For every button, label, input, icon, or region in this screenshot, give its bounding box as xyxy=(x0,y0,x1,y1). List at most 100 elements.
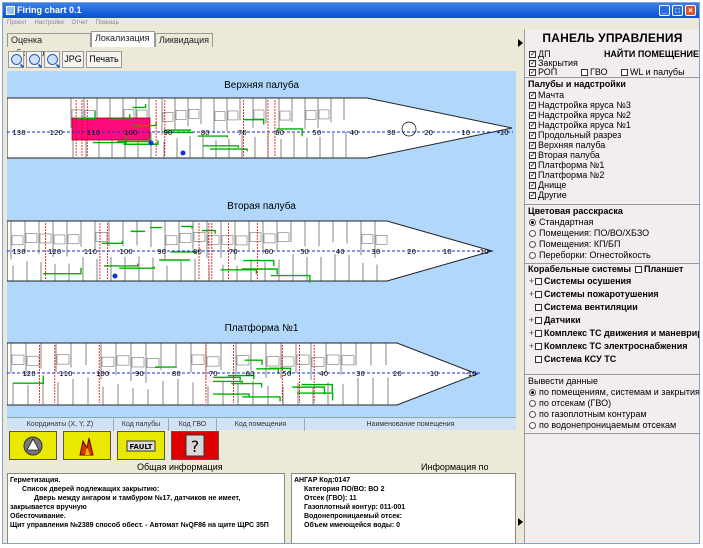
check-wl[interactable]: WL и палубы xyxy=(621,67,685,77)
fire-button[interactable] xyxy=(63,431,111,460)
frame-tick-label: 80 xyxy=(193,248,202,256)
coordinate-bar: Координаты (X, Y, Z) Код палубы Код ГВО … xyxy=(7,417,516,431)
deck-item[interactable]: ✓ Днище xyxy=(529,180,566,190)
deck-code-label: Код палубы xyxy=(114,418,169,431)
systems-section-title: Корабельные системы xyxy=(528,264,632,274)
expand-icon[interactable]: + xyxy=(528,276,535,286)
deck-item[interactable]: ✓ Продольный разрез xyxy=(529,130,621,140)
radio-icon xyxy=(529,241,536,249)
alarm-button[interactable] xyxy=(9,431,57,460)
info-line: АНГАР Код:0147 xyxy=(294,477,351,484)
output-option[interactable]: по газоплотным контурам xyxy=(529,409,647,419)
frame-tick-label: 80 xyxy=(172,370,181,378)
collapse-arrow-icon[interactable] xyxy=(518,39,523,47)
system-item[interactable]: Система КСУ ТС xyxy=(528,354,616,364)
color-option[interactable]: Помещения: ПО/ВО/ХБЗО xyxy=(529,228,649,238)
maximize-icon[interactable]: □ xyxy=(672,5,683,16)
checkbox-icon: ✓ xyxy=(529,192,536,200)
coord-xyz-label: Координаты (X, Y, Z) xyxy=(7,418,114,431)
help-button[interactable]: ? xyxy=(171,431,219,460)
color-option-label: Помещения: ПО/ВО/ХБЗО xyxy=(539,228,650,238)
section-divider xyxy=(525,204,699,205)
menu-item-report[interactable]: Отчет xyxy=(72,20,88,26)
zoom-in-button[interactable] xyxy=(26,51,42,68)
deck-item-label: Верхняя палуба xyxy=(538,140,606,150)
expand-icon[interactable]: + xyxy=(528,289,535,299)
checkbox-icon xyxy=(581,69,588,77)
deck-item-label: Надстройка яруса №1 xyxy=(538,120,631,130)
info-line: закрывается вручную xyxy=(10,504,87,511)
close-icon[interactable]: × xyxy=(685,5,696,16)
menu-item-help[interactable]: Помощь xyxy=(96,20,119,26)
deck-item[interactable]: ✓ Платформа №1 xyxy=(529,160,604,170)
zoom-fit-button[interactable] xyxy=(8,51,24,68)
system-item[interactable]: Система вентиляции xyxy=(528,302,638,312)
info-header: Общая информация Информация по выбран xyxy=(7,461,516,484)
deck-item[interactable]: ✓ Надстройка яруса №3 xyxy=(529,100,631,110)
output-option[interactable]: по водонепроницаемым отсекам xyxy=(529,420,676,430)
color-option[interactable]: Переборки: Огнестойкость xyxy=(529,250,651,260)
check-gvo[interactable]: ГВО xyxy=(581,67,608,77)
ship-plan-canvas[interactable]: Верхняя палуба Вторая палуба Платформа №… xyxy=(7,71,516,417)
frame-tick-label: 100 xyxy=(96,370,109,378)
deck-plans[interactable]: 130 120 110 100 90 80 70 60 50 40 30 20 10 -10130 120 1… xyxy=(7,71,516,417)
app-icon xyxy=(6,6,15,15)
checkbox-icon xyxy=(535,343,542,351)
radio-icon xyxy=(529,219,536,227)
minimize-icon[interactable]: _ xyxy=(659,5,670,16)
checkbox-icon xyxy=(535,330,542,338)
system-item[interactable]: + Комплекс ТС электроснабжения xyxy=(528,341,688,351)
deck-item-label: Платформа №2 xyxy=(538,170,605,180)
check-rop[interactable]: ✓ РОП xyxy=(529,67,557,77)
deck-item[interactable]: ✓ Надстройка яруса №1 xyxy=(529,120,631,130)
frame-tick-label: -10 xyxy=(465,370,476,378)
selected-info-pane: АНГАР Код:0147 Категория ПО/ВО: ВО 2 Отс… xyxy=(291,473,516,543)
deck-item[interactable]: ✓ Надстройка яруса №2 xyxy=(529,110,631,120)
frame-tick-label: 110 xyxy=(87,129,100,137)
tab-liquidation[interactable]: Ликвидация xyxy=(155,33,213,47)
check-planshet[interactable]: Планшет xyxy=(635,264,683,274)
general-info-pane: Герметизация. Список дверей подлежащих з… xyxy=(7,473,285,543)
tab-assessment[interactable]: Оценка обстановки xyxy=(7,33,91,58)
radio-icon xyxy=(529,230,536,238)
collapse-arrow-icon[interactable] xyxy=(518,518,523,526)
frame-tick-label: 50 xyxy=(300,248,309,256)
system-item[interactable]: + Датчики xyxy=(528,315,581,325)
deck-item[interactable]: ✓ Вторая палуба xyxy=(529,150,600,160)
deck-item-label: Надстройка яруса №3 xyxy=(538,100,631,110)
system-item[interactable]: + Комплекс ТС движения и маневрир xyxy=(528,328,699,338)
print-button[interactable]: Печать xyxy=(86,51,122,68)
panel-splitter[interactable] xyxy=(516,29,524,543)
deck-item-label: Платформа №1 xyxy=(538,160,605,170)
color-option[interactable]: Стандартная xyxy=(529,217,594,227)
deck-item[interactable]: ✓ Платформа №2 xyxy=(529,170,604,180)
system-item[interactable]: + Системы осушения xyxy=(528,276,631,286)
system-item[interactable]: + Системы пожаротушения xyxy=(528,289,659,299)
menu-item-project[interactable]: Проект xyxy=(7,20,27,26)
expand-icon[interactable]: + xyxy=(528,341,535,351)
output-option[interactable]: по помещениям, системам и закрытиям xyxy=(529,387,699,397)
expand-icon[interactable]: + xyxy=(528,315,535,325)
deck-item[interactable]: ✓ Другие xyxy=(529,190,567,200)
export-jpg-button[interactable]: JPG xyxy=(62,51,84,68)
checkbox-icon: ✓ xyxy=(529,102,536,110)
fault-button[interactable]: FAULT xyxy=(117,431,165,460)
gvo-code-label: Код ГВО xyxy=(169,418,217,431)
frame-tick-label: 130 xyxy=(12,248,25,256)
system-item-label: Датчики xyxy=(544,315,581,325)
radio-icon xyxy=(529,411,536,419)
color-option[interactable]: Помещения: КП/БП xyxy=(529,239,620,249)
deck-item[interactable]: ✓ Верхняя палуба xyxy=(529,140,605,150)
expand-icon[interactable]: + xyxy=(528,328,535,338)
tab-localization[interactable]: Локализация xyxy=(91,31,155,47)
deck-item[interactable]: ✓ Мачта xyxy=(529,90,564,100)
frame-tick-label: 40 xyxy=(319,370,328,378)
menu-item-settings[interactable]: Настройки xyxy=(34,20,63,26)
fault-button-label: FAULT xyxy=(130,443,153,451)
color-option-label: Стандартная xyxy=(539,217,594,227)
zoom-out-button[interactable] xyxy=(44,51,60,68)
find-room-button[interactable]: НАЙТИ ПОМЕЩЕНИЕ xyxy=(597,49,699,61)
output-option[interactable]: по отсекам (ГВО) xyxy=(529,398,611,408)
panel-title: ПАНЕЛЬ УПРАВЛЕНИЯ xyxy=(542,31,683,45)
info-line: Отсек (ГВО): 11 xyxy=(304,495,357,502)
